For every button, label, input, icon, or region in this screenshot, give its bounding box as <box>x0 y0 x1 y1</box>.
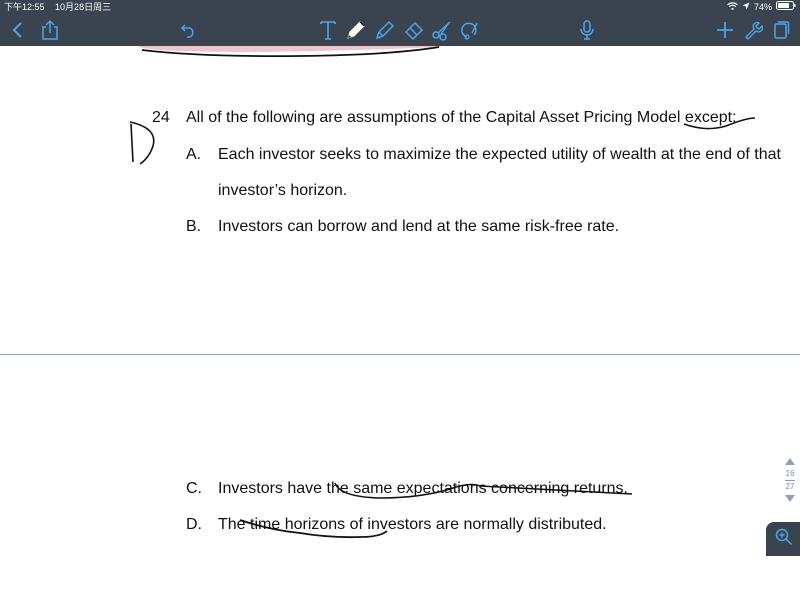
current-page-number: 16 <box>785 469 795 478</box>
status-time-date: 下午12:55 10月28日周三 <box>4 0 111 14</box>
status-time: 下午12:55 <box>4 2 45 12</box>
total-page-count: 27 <box>785 482 795 491</box>
page-number-divider <box>785 480 795 481</box>
top-ink-underline <box>141 46 440 58</box>
page-navigator: 16 27 <box>781 458 799 502</box>
status-right: 74% <box>727 0 796 14</box>
question-stem: All of the following are assumptions of … <box>186 109 737 126</box>
status-bar: 下午12:55 10月28日周三 74% <box>0 0 800 14</box>
battery-percent: 74% <box>753 2 772 12</box>
option-c-text: Investors have the same expectations con… <box>218 480 628 497</box>
wifi-icon <box>727 0 738 14</box>
microphone-icon[interactable] <box>573 16 601 44</box>
option-a-text-line-2: investor’s horizon. <box>218 182 348 199</box>
highlighter-tool-icon[interactable] <box>371 16 399 44</box>
option-c-letter: C. <box>186 480 202 497</box>
next-page-arrow-icon[interactable] <box>785 495 795 502</box>
toolbar <box>0 14 800 46</box>
eraser-tool-icon[interactable] <box>400 16 428 44</box>
share-icon[interactable] <box>36 16 64 44</box>
add-icon[interactable] <box>711 16 739 44</box>
option-d-text: The time horizons of investors are norma… <box>218 516 607 533</box>
option-d-letter: D. <box>186 516 202 533</box>
option-b-letter: B. <box>186 218 202 235</box>
location-icon <box>742 0 750 14</box>
document-page[interactable]: 24 All of the following are assumptions … <box>0 46 800 600</box>
pen-tool-icon[interactable] <box>342 16 370 44</box>
previous-page-arrow-icon[interactable] <box>785 458 795 465</box>
zoom-button[interactable] <box>766 522 800 556</box>
page-break-divider <box>0 354 800 355</box>
handwritten-d-stroke <box>129 121 155 165</box>
option-a-letter: A. <box>186 146 202 163</box>
status-date: 10月28日周三 <box>55 2 112 12</box>
zoom-in-icon <box>775 528 793 551</box>
undo-icon[interactable] <box>175 16 203 44</box>
option-a-text-line-1: Each investor seeks to maximize the expe… <box>218 146 781 163</box>
question-number: 24 <box>152 109 170 126</box>
back-chevron-icon[interactable] <box>4 16 32 44</box>
battery-icon <box>776 0 796 14</box>
wrench-icon[interactable] <box>739 16 767 44</box>
text-tool-icon[interactable] <box>314 16 342 44</box>
scissors-tool-icon[interactable] <box>428 16 456 44</box>
option-b-text: Investors can borrow and lend at the sam… <box>218 218 620 235</box>
pink-highlight-stroke <box>138 46 440 52</box>
lasso-tool-icon[interactable] <box>456 16 484 44</box>
pages-icon[interactable] <box>767 16 795 44</box>
